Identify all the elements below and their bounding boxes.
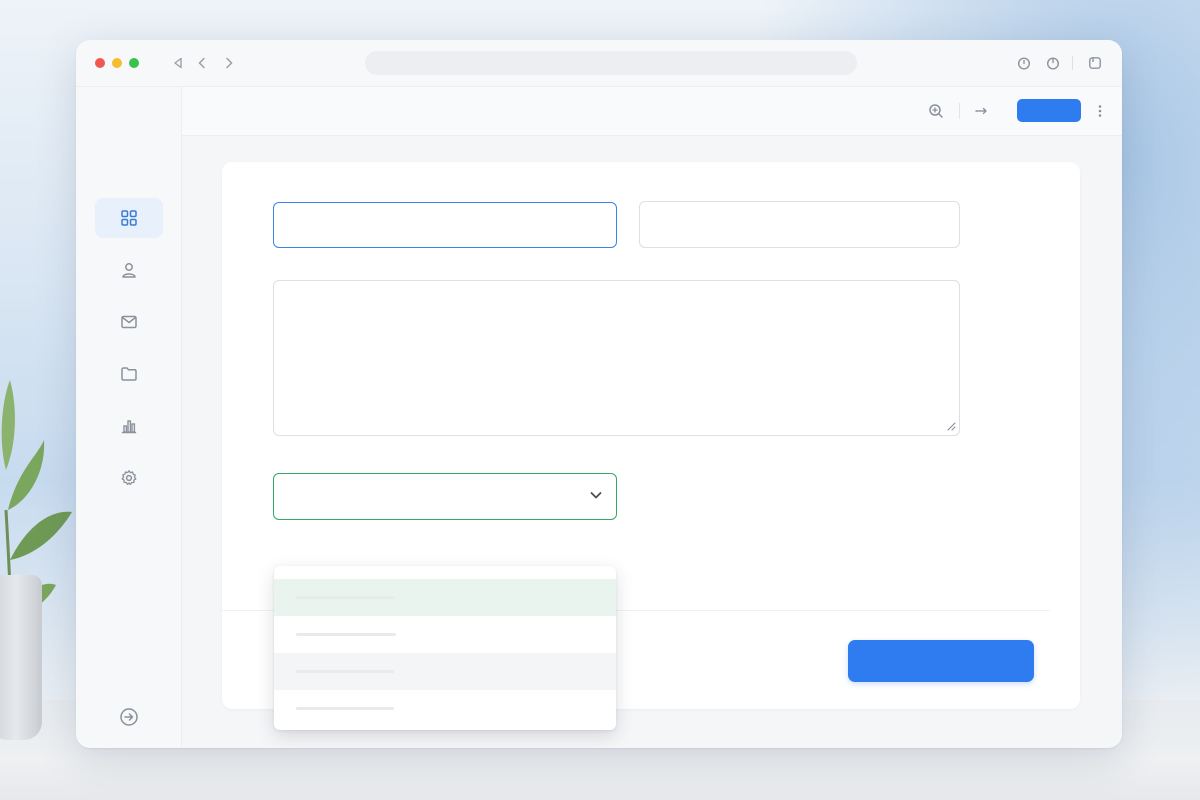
dropdown-option-2[interactable] xyxy=(274,616,616,653)
gear-icon xyxy=(121,470,137,486)
top-action-bar xyxy=(182,87,1122,136)
dropdown-option-3[interactable] xyxy=(274,653,616,690)
folder-icon xyxy=(121,367,137,381)
chevron-left-icon[interactable] xyxy=(192,53,212,73)
primary-action-button[interactable] xyxy=(1017,99,1081,122)
sidebar-item-settings[interactable] xyxy=(95,458,163,498)
plant-pot xyxy=(0,575,42,740)
mail-icon xyxy=(121,315,137,329)
timer-icon[interactable] xyxy=(1014,53,1034,73)
maximize-window-button[interactable] xyxy=(129,58,139,68)
sidebar-toggle-icon[interactable] xyxy=(1085,53,1105,73)
logout-icon xyxy=(120,708,138,726)
dropdown-menu xyxy=(274,566,616,730)
dropdown-option-4[interactable] xyxy=(274,690,616,727)
user-icon xyxy=(122,263,136,278)
arrow-right-icon[interactable] xyxy=(972,101,992,121)
sidebar-item-analytics[interactable] xyxy=(95,406,163,446)
sidebar-item-profile[interactable] xyxy=(95,250,163,290)
toolbar-separator xyxy=(1072,56,1073,70)
title-bar xyxy=(76,40,1122,87)
sidebar-item-dashboard[interactable] xyxy=(95,198,163,238)
dropdown-option-1[interactable] xyxy=(274,579,616,616)
text-field-2[interactable] xyxy=(639,201,960,248)
close-window-button[interactable] xyxy=(95,58,105,68)
submit-button[interactable] xyxy=(848,640,1034,682)
resize-grip-icon[interactable] xyxy=(944,419,956,431)
back-triangle-icon[interactable] xyxy=(168,53,188,73)
app-window xyxy=(76,40,1122,748)
chevron-right-icon[interactable] xyxy=(219,53,239,73)
chevron-down-icon xyxy=(590,492,602,499)
more-vertical-icon[interactable] xyxy=(1090,101,1110,121)
message-textarea[interactable] xyxy=(273,280,960,436)
power-icon[interactable] xyxy=(1043,53,1063,73)
text-field-1[interactable] xyxy=(273,202,617,248)
address-bar[interactable] xyxy=(365,51,857,75)
select-dropdown[interactable] xyxy=(273,473,617,520)
sidebar-item-logout[interactable] xyxy=(95,697,163,737)
topbar-divider xyxy=(959,103,960,119)
sidebar-item-files[interactable] xyxy=(95,354,163,394)
minimize-window-button[interactable] xyxy=(112,58,122,68)
bar-chart-icon xyxy=(121,420,137,434)
zoom-in-icon[interactable] xyxy=(926,101,946,121)
sidebar xyxy=(76,87,182,748)
sidebar-item-mail[interactable] xyxy=(95,302,163,342)
grid-icon xyxy=(121,210,137,226)
